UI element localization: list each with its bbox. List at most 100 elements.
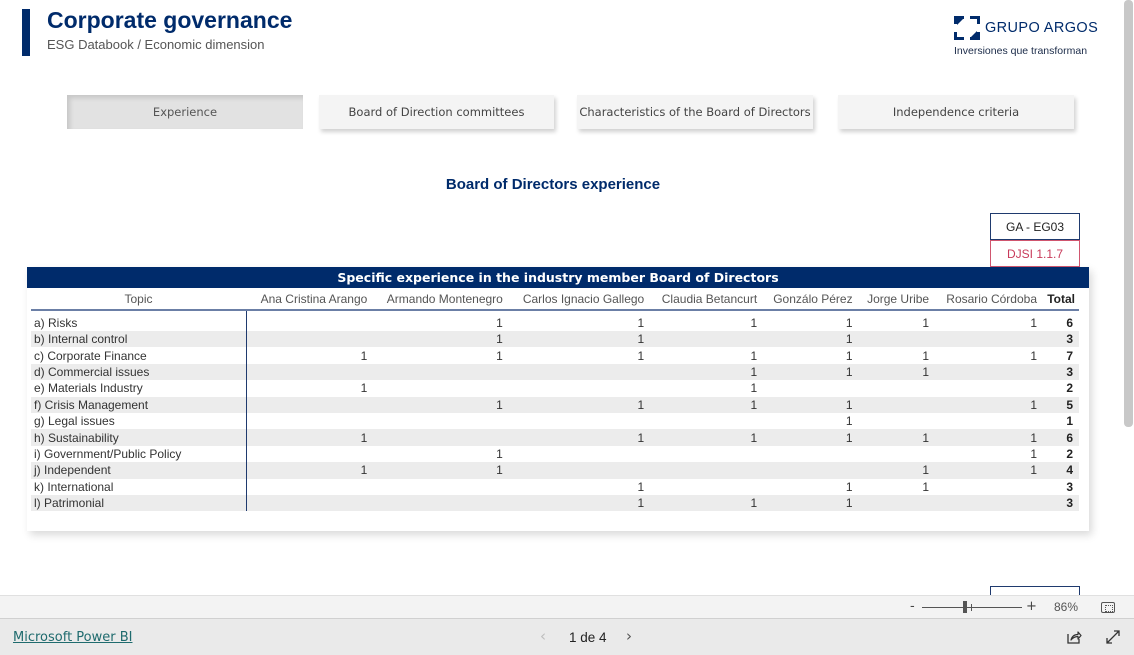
table-row[interactable]: c) Corporate Finance 1 1 1 1 1 1 1 7 [31,347,1079,364]
table-row[interactable]: e) Materials Industry 1 1 2 [31,380,1079,397]
row-total: 4 [1041,462,1079,479]
cell-value [506,462,649,479]
cell-value [648,413,761,429]
next-page-button[interactable]: › [626,627,632,645]
cell-value: 1 [761,396,857,413]
zoom-slider-track[interactable] [922,607,1022,608]
zoom-slider-thumb[interactable] [963,601,967,613]
column-header-director[interactable]: Armando Montenegro [371,288,507,311]
cell-value: 1 [856,363,934,381]
cell-value [857,413,934,429]
cell-value: 1 [933,429,1041,446]
logo-name: GRUPO ARGOS [985,20,1099,36]
cell-value: 1 [506,331,649,348]
column-header-director[interactable]: Carlos Ignacio Gallego [506,288,649,311]
table-row[interactable]: h) Sustainability 1 1 1 1 1 1 6 [31,429,1079,446]
cell-value: 1 [922,316,930,330]
cell-value [371,413,507,429]
row-total: 3 [1041,363,1079,381]
cell-value [246,310,371,331]
cell-value: 1 [371,331,507,348]
fullscreen-icon[interactable] [1105,629,1121,645]
column-header-director[interactable]: Rosario Córdoba [933,288,1041,311]
row-total: 5 [1041,396,1079,413]
table-row[interactable]: g) Legal issues 1 1 [31,412,1079,430]
cell-value: 1 [360,348,368,363]
cell-value [856,331,934,348]
share-icon[interactable] [1066,629,1082,645]
cell-value: 1 [933,396,1041,413]
djsi-code-badge: DJSI 1.1.7 [990,240,1080,267]
nav-button-experience[interactable]: Experience [67,95,303,129]
row-topic: c) Corporate Finance [31,347,247,364]
cell-value: 1 [506,429,649,446]
cell-value: 1 [506,396,649,413]
zoom-level: 86% [1054,600,1079,614]
cell-value [507,380,648,396]
table-row[interactable]: b) Internal control 1 1 1 3 [31,331,1079,348]
table-row[interactable]: l) Patrimonial 1 1 1 3 [31,494,1079,512]
nav-button-committees[interactable]: Board of Direction committees [319,95,554,129]
table-row[interactable]: k) International 1 1 1 3 [31,478,1079,495]
logo-tagline: Inversiones que transforman [954,45,1088,57]
cell-value [648,331,762,348]
cell-value: 1 [1030,446,1037,461]
cell-value: 1 [246,462,372,479]
cell-value [933,363,1041,381]
column-header-director[interactable]: Gonzálo Pérez [761,288,857,311]
zoom-in-button[interactable]: + [1026,599,1037,614]
section-title: Board of Directors experience [445,176,661,193]
vertical-scrollbar[interactable] [1124,0,1133,427]
nav-button-characteristics[interactable]: Characteristics of the Board of Director… [577,95,813,129]
row-total: 1 [1066,414,1073,429]
table-row[interactable]: d) Commercial issues 1 1 1 3 [31,363,1079,381]
row-topic: d) Commercial issues [31,363,247,381]
cell-value: 1 [637,316,645,330]
cell-value: 1 [371,396,507,413]
table-row[interactable]: f) Crisis Management 1 1 1 1 1 5 [31,396,1079,413]
page-subtitle: ESG Databook / Economic dimension [47,37,265,52]
previous-page-button[interactable]: ‹ [540,627,546,645]
cell-value [856,396,934,413]
cell-value [856,494,934,512]
cell-value: 1 [648,396,762,413]
cell-value: 1 [856,429,934,446]
column-header-director[interactable]: Claudia Betancurt [648,288,762,311]
nav-button-independence[interactable]: Independence criteria [838,95,1074,129]
row-total: 6 [1066,316,1073,330]
row-topic: i) Government/Public Policy [31,445,247,463]
fit-to-page-icon[interactable] [1101,602,1115,613]
cell-value [246,331,372,348]
matrix-header-row: Topic Ana Cristina Arango Armando Monten… [31,288,1079,311]
column-header-director[interactable]: Jorge Uribe [856,288,934,311]
table-row[interactable]: i) Government/Public Policy 1 1 2 [31,445,1079,463]
row-total: 3 [1041,494,1079,512]
column-header-total[interactable]: Total [1041,288,1079,311]
power-bi-link[interactable]: Microsoft Power BI [13,630,132,645]
cell-value: 1 [845,348,853,363]
experience-matrix: Topic Ana Cristina Arango Armando Monten… [31,288,1079,512]
table-row[interactable]: a) Risks 1 1 1 1 1 1 6 [31,310,1079,331]
cell-value [246,396,372,413]
row-topic: e) Materials Industry [31,380,247,397]
row-topic: f) Crisis Management [31,396,247,413]
column-header-director[interactable]: Ana Cristina Arango [246,288,372,311]
zoom-slider-default-tick [971,604,972,611]
cell-value: 1 [845,414,853,429]
cell-value: 1 [637,479,645,494]
cell-value: 1 [750,316,758,330]
cell-value [933,494,1041,512]
page-title: Corporate governance [47,7,293,33]
zoom-out-button[interactable]: - [910,599,915,614]
cell-value: 1 [856,462,934,479]
column-header-topic[interactable]: Topic [31,288,246,311]
grupo-argos-logo: GRUPO ARGOS Inversiones que transforman [954,14,1099,62]
cell-value: 1 [845,316,853,330]
title-accent-bar [22,9,30,56]
cell-value: 1 [922,479,930,494]
cell-value: 1 [750,348,758,363]
cell-value [371,363,507,381]
cell-value: 1 [648,494,762,512]
cell-value: 1 [922,348,930,363]
table-row[interactable]: j) Independent 1 1 1 1 4 [31,462,1079,479]
